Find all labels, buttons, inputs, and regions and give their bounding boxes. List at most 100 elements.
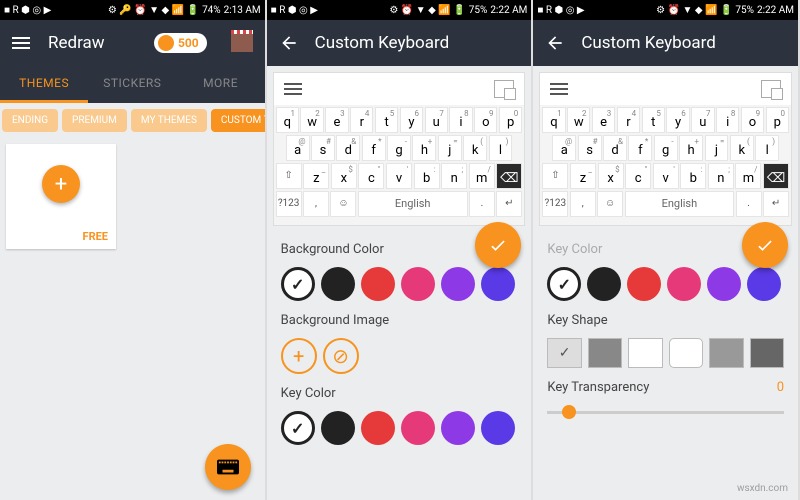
key[interactable]: m/ xyxy=(735,163,761,189)
chip-my-themes[interactable]: MY THEMES xyxy=(131,109,207,132)
symbols-key[interactable]: ?123 xyxy=(542,191,568,217)
transparency-slider[interactable] xyxy=(547,411,784,414)
shape-option[interactable] xyxy=(750,338,784,368)
color-swatch[interactable] xyxy=(441,267,475,301)
color-swatch[interactable] xyxy=(321,411,355,445)
key[interactable]: g- xyxy=(654,135,678,161)
key[interactable]: z_ xyxy=(303,163,329,189)
key[interactable]: w2 xyxy=(567,107,590,133)
key[interactable]: a@ xyxy=(552,135,576,161)
key[interactable]: k( xyxy=(730,135,754,161)
key[interactable]: c" xyxy=(358,163,384,189)
theme-card-new[interactable]: + FREE xyxy=(6,144,116,249)
backspace-key[interactable]: ⌫ xyxy=(496,163,522,189)
key[interactable]: u7 xyxy=(691,107,714,133)
key[interactable]: h+ xyxy=(679,135,703,161)
key[interactable]: r4 xyxy=(617,107,640,133)
emoji-key[interactable]: ☺ xyxy=(330,191,356,217)
key[interactable]: p0 xyxy=(499,107,522,133)
key[interactable]: t5 xyxy=(642,107,665,133)
key[interactable]: i8 xyxy=(449,107,472,133)
key[interactable]: z_ xyxy=(570,163,596,189)
color-swatch-selected[interactable] xyxy=(281,267,315,301)
color-swatch[interactable] xyxy=(707,267,741,301)
key[interactable]: e3 xyxy=(592,107,615,133)
key[interactable]: o9 xyxy=(474,107,497,133)
key[interactable]: v' xyxy=(653,163,679,189)
color-swatch[interactable] xyxy=(481,267,515,301)
shape-option[interactable] xyxy=(588,338,622,368)
key[interactable]: n; xyxy=(708,163,734,189)
color-swatch[interactable] xyxy=(321,267,355,301)
add-theme-icon[interactable]: + xyxy=(42,165,80,203)
chip-custom-themes[interactable]: CUSTOM THEMES xyxy=(211,109,265,132)
key[interactable]: f* xyxy=(628,135,652,161)
no-image-button[interactable]: ⊘ xyxy=(323,338,359,374)
shape-option[interactable] xyxy=(547,338,581,368)
color-swatch-selected[interactable] xyxy=(281,411,315,445)
coin-balance[interactable]: 500 xyxy=(154,33,207,53)
comma-key[interactable]: , xyxy=(303,191,329,217)
menu-icon[interactable] xyxy=(12,33,32,53)
back-icon[interactable] xyxy=(279,33,299,53)
key[interactable]: d& xyxy=(603,135,627,161)
key[interactable]: q1 xyxy=(542,107,565,133)
color-swatch[interactable] xyxy=(587,267,621,301)
key[interactable]: x$ xyxy=(598,163,624,189)
key[interactable]: o9 xyxy=(741,107,764,133)
enter-key[interactable]: ↵ xyxy=(763,191,789,217)
key[interactable]: y6 xyxy=(400,107,423,133)
shape-option[interactable] xyxy=(628,338,662,368)
key[interactable]: e3 xyxy=(325,107,348,133)
keyboard-fab[interactable] xyxy=(205,444,251,490)
key[interactable]: n; xyxy=(441,163,467,189)
add-image-button[interactable]: + xyxy=(281,338,317,374)
key[interactable]: r4 xyxy=(350,107,373,133)
tab-themes[interactable]: THEMES xyxy=(0,66,88,103)
key[interactable]: b: xyxy=(680,163,706,189)
symbols-key[interactable]: ?123 xyxy=(276,191,302,217)
key[interactable]: a@ xyxy=(286,135,310,161)
chip-trending[interactable]: ENDING xyxy=(2,109,58,132)
back-icon[interactable] xyxy=(545,33,565,53)
key[interactable]: y6 xyxy=(666,107,689,133)
key[interactable]: j= xyxy=(438,135,462,161)
color-swatch-selected[interactable] xyxy=(547,267,581,301)
color-swatch[interactable] xyxy=(481,411,515,445)
key[interactable]: l) xyxy=(489,135,513,161)
key[interactable]: s# xyxy=(578,135,602,161)
key[interactable]: s# xyxy=(311,135,335,161)
space-key[interactable]: English xyxy=(625,191,735,217)
enter-key[interactable]: ↵ xyxy=(496,191,522,217)
shape-option[interactable] xyxy=(709,338,743,368)
color-swatch[interactable] xyxy=(361,411,395,445)
translate-icon[interactable] xyxy=(761,80,781,98)
key[interactable]: x$ xyxy=(331,163,357,189)
comma-key[interactable]: , xyxy=(570,191,596,217)
period-key[interactable]: . xyxy=(736,191,762,217)
chip-premium[interactable]: PREMIUM xyxy=(62,109,127,132)
period-key[interactable]: . xyxy=(469,191,495,217)
key[interactable]: d& xyxy=(336,135,360,161)
tab-stickers[interactable]: STICKERS xyxy=(88,66,176,103)
shift-key[interactable]: ⇧ xyxy=(542,163,568,189)
color-swatch[interactable] xyxy=(747,267,781,301)
key[interactable]: k( xyxy=(463,135,487,161)
keyboard-menu-icon[interactable] xyxy=(550,80,568,98)
space-key[interactable]: English xyxy=(358,191,468,217)
key[interactable]: l) xyxy=(755,135,779,161)
key[interactable]: w2 xyxy=(300,107,323,133)
keyboard-menu-icon[interactable] xyxy=(284,80,302,98)
key[interactable]: v' xyxy=(386,163,412,189)
color-swatch[interactable] xyxy=(627,267,661,301)
key[interactable]: f* xyxy=(362,135,386,161)
color-swatch[interactable] xyxy=(401,411,435,445)
emoji-key[interactable]: ☺ xyxy=(597,191,623,217)
color-swatch[interactable] xyxy=(361,267,395,301)
translate-icon[interactable] xyxy=(494,80,514,98)
shape-option[interactable] xyxy=(669,338,703,368)
key[interactable]: p0 xyxy=(766,107,789,133)
key[interactable]: i8 xyxy=(716,107,739,133)
key[interactable]: c" xyxy=(625,163,651,189)
shop-icon[interactable] xyxy=(231,34,253,52)
